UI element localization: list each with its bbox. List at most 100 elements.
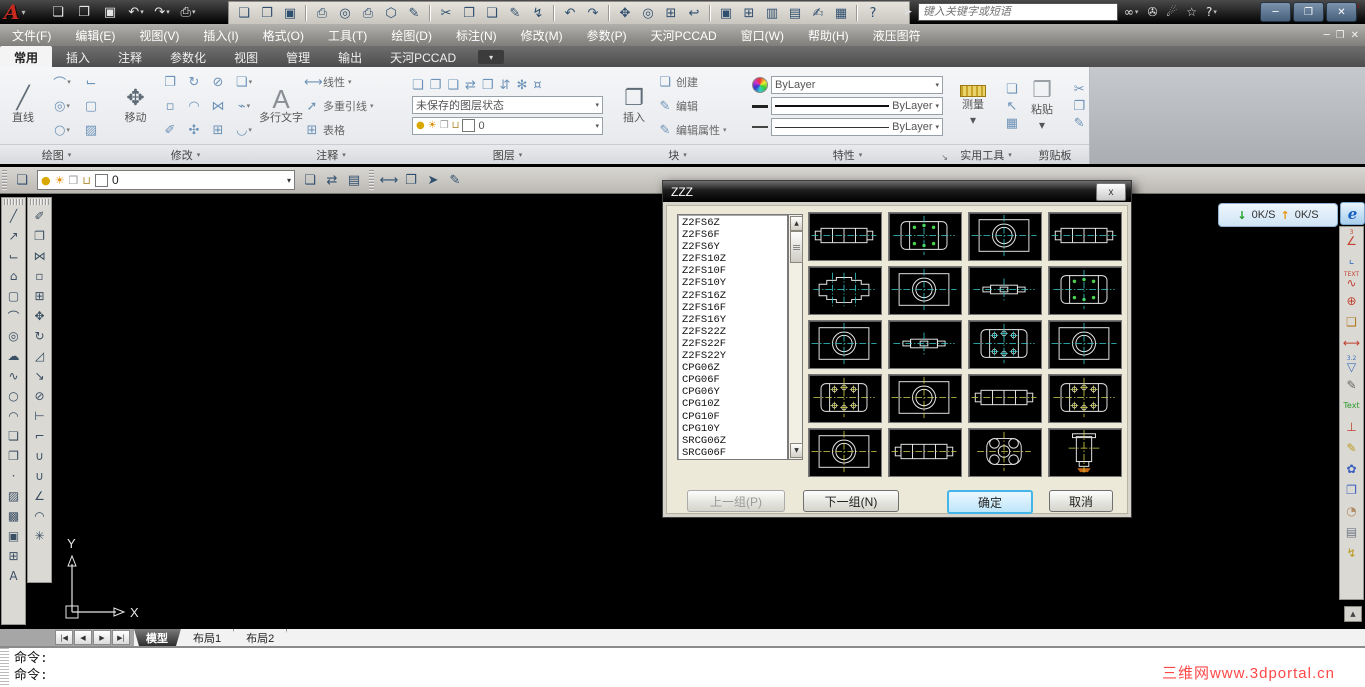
doc-minimize-button[interactable]: ─ [1324, 30, 1330, 41]
block-thumbnail[interactable] [1048, 320, 1122, 369]
matchprop-icon[interactable]: ✎ [504, 4, 526, 22]
communication-key-icon[interactable]: ✇ [1147, 5, 1157, 19]
tab-last-icon[interactable]: ▶| [112, 630, 130, 645]
title-block-icon[interactable]: ▤ [1341, 521, 1362, 542]
block-thumbnail[interactable] [1048, 266, 1122, 315]
circle-icon[interactable]: ◎ ▾ [46, 94, 78, 118]
insert-block-button[interactable]: ❐ 插入 [611, 88, 657, 125]
tool-palettes-icon[interactable]: ▥ [761, 4, 783, 22]
move-icon[interactable]: ✥ [29, 306, 50, 326]
block-thumbnail[interactable] [1048, 374, 1122, 423]
chamfer-dim-icon[interactable]: 3 ∠ [1341, 227, 1362, 248]
extend-icon[interactable]: ⊢ [29, 406, 50, 426]
minimize-button[interactable]: ─ [1260, 2, 1291, 22]
pan-icon[interactable]: ✥ [614, 4, 636, 22]
markup-icon[interactable]: ✎ [403, 4, 425, 22]
symbol-library-icon[interactable]: ✿ [1341, 458, 1362, 479]
block-list-item[interactable]: Z2FS6F [682, 229, 787, 241]
tab-first-icon[interactable]: |◀ [55, 630, 73, 645]
dialog-close-button[interactable]: x [1096, 183, 1126, 201]
circle-icon[interactable]: ◎ [3, 326, 24, 346]
block-list-item[interactable]: CPG06F [682, 374, 787, 386]
layer-prev-icon[interactable]: ⇄ [321, 170, 343, 190]
panel-draw-footer[interactable]: 绘图 ▾ [0, 144, 113, 164]
doc-close-button[interactable]: ✕ [1351, 30, 1359, 41]
subscription-satellite-icon[interactable]: ☄ [1167, 5, 1178, 19]
block-thumbnail[interactable] [888, 212, 962, 261]
cut-icon[interactable]: ✂ [1073, 82, 1085, 97]
block-list-item[interactable]: CPG10Z [682, 398, 787, 410]
arc-icon[interactable]: ⌒ [3, 306, 24, 326]
break-point-icon[interactable]: ⌐ [29, 426, 50, 446]
menu-item[interactable]: 液压图符 [861, 24, 933, 46]
panel-block-footer[interactable]: 块 ▾ [611, 144, 744, 164]
bylayer-dropdown[interactable]: ByLayer ▾ [771, 76, 943, 94]
block-list-item[interactable]: Z2FS10F [682, 265, 787, 277]
dialog-launcher-icon[interactable]: ↘ [941, 153, 948, 162]
toolbar-grip[interactable] [30, 199, 49, 205]
favorites-star-icon[interactable]: ☆ [1186, 5, 1197, 19]
trim-icon[interactable]: ⊘ [29, 386, 50, 406]
break-icon[interactable]: ⌁ ▾ [230, 94, 258, 118]
layer-control-dropdown[interactable]: ● ☀ ❐ ⊔ 0 ▾ [37, 170, 295, 190]
next-group-button[interactable]: 下一组(N) [803, 490, 899, 512]
scroll-up-icon[interactable]: ▲ [1344, 606, 1362, 622]
search-binoculars-icon[interactable]: ∞ ▾ [1124, 5, 1139, 19]
balloon-icon[interactable]: ◔ [1341, 500, 1362, 521]
ribbon-tab-管理[interactable]: 管理 [272, 46, 324, 67]
block-list-item[interactable]: Z2FS22F [682, 338, 787, 350]
join-icon[interactable]: ∪ [29, 466, 50, 486]
publish-icon[interactable]: ⎙ [357, 4, 379, 22]
layer-match-icon[interactable]: ❐ [430, 78, 442, 93]
copy-icon[interactable]: ❐ [458, 4, 480, 22]
script-icon[interactable]: ➤ [422, 170, 444, 190]
menu-item[interactable]: 帮助(H) [796, 24, 861, 46]
redo-icon[interactable]: ↷ [582, 4, 604, 22]
redo-icon[interactable]: ↷ ▾ [150, 2, 174, 22]
rectangle-icon[interactable]: ▢ [78, 94, 104, 118]
layer-unisolate-icon[interactable]: ⇵ [500, 78, 511, 93]
fillet-icon[interactable]: ◠ [29, 506, 50, 526]
block-list-item[interactable]: Z2FS6Y [682, 241, 787, 253]
layer-properties-icon[interactable]: ❏ [11, 170, 33, 190]
block-thumbnail[interactable] [1048, 428, 1122, 477]
trim-icon[interactable]: ⊘ [206, 70, 230, 94]
panel-clipboard-footer[interactable]: 剪贴板 [1021, 144, 1089, 164]
fillet-icon[interactable]: ◠ [182, 94, 206, 118]
zoom-realtime-icon[interactable]: ◎ [637, 4, 659, 22]
panel-annotate-footer[interactable]: 注释 ▾ [258, 144, 404, 164]
quick-select-icon[interactable]: ❏ [1006, 82, 1018, 97]
menu-item[interactable]: 窗口(W) [729, 24, 796, 46]
menu-item[interactable]: 插入(I) [191, 24, 250, 46]
cancel-button[interactable]: 取消 [1049, 490, 1113, 512]
sketch-icon[interactable]: ✎ [444, 170, 466, 190]
tab-next-icon[interactable]: ▶ [93, 630, 111, 645]
rotate-icon[interactable]: ↻ [29, 326, 50, 346]
ribbon-tab-天河PCCAD[interactable]: 天河PCCAD [376, 46, 470, 67]
block-list-item[interactable]: Z2FS10Z [682, 253, 787, 265]
text-style-icon[interactable]: Text [1341, 395, 1362, 416]
open-icon[interactable]: ❐ [256, 4, 278, 22]
rectangle-icon[interactable]: ▢ [3, 286, 24, 306]
preview-icon[interactable]: ◎ [334, 4, 356, 22]
layer-change-icon[interactable]: ⇄ [465, 78, 476, 93]
close-button[interactable]: ✕ [1326, 2, 1357, 22]
layer-states-icon[interactable]: ❏ [299, 170, 321, 190]
menu-item[interactable]: 绘图(D) [379, 24, 444, 46]
polygon-icon[interactable]: ⌂ [3, 266, 24, 286]
chamfer-icon[interactable]: ∠ [29, 486, 50, 506]
copy-icon[interactable]: ❐ [29, 226, 50, 246]
help-icon[interactable]: ? [862, 4, 884, 22]
menu-item[interactable]: 视图(V) [127, 24, 191, 46]
multileader-button[interactable]: ➚ 多重引线 ▾ [304, 94, 374, 118]
block-thumbnail[interactable] [808, 374, 882, 423]
panel-modify-footer[interactable]: 修改 ▾ [113, 144, 258, 164]
designcenter-icon[interactable]: ⊞ [738, 4, 760, 22]
block-thumbnail[interactable] [968, 374, 1042, 423]
roughness-icon[interactable]: 3.2 ▽ [1341, 353, 1362, 374]
block-edit-button[interactable]: ✎ 编辑 [657, 94, 727, 118]
save-icon[interactable]: ▣ [279, 4, 301, 22]
block-thumbnail[interactable] [808, 212, 882, 261]
view-frame-icon[interactable]: ❐ [1341, 479, 1362, 500]
undo-icon[interactable]: ↶ [559, 4, 581, 22]
